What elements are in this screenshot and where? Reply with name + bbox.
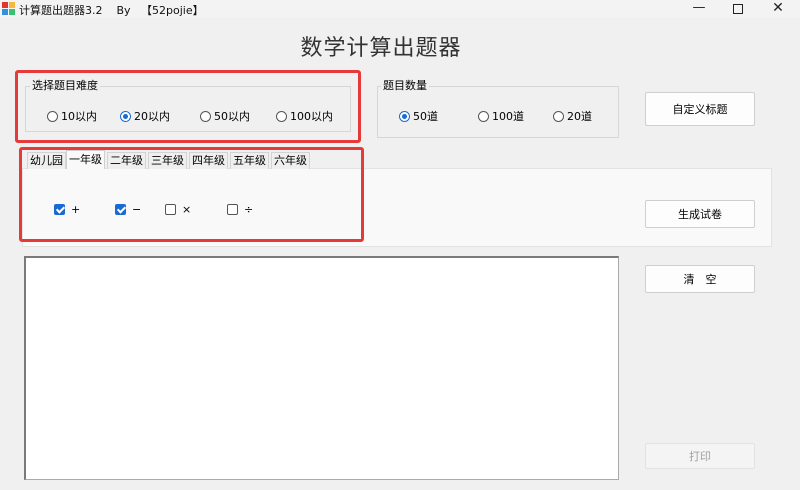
custom-title-button[interactable]: 自定义标题 bbox=[645, 92, 755, 126]
quantity-option-50[interactable]: 50道 bbox=[399, 108, 438, 124]
difficulty-option-label: 20以内 bbox=[134, 110, 170, 123]
minimize-button[interactable]: — bbox=[680, 0, 718, 18]
operation-label: ÷ bbox=[244, 203, 254, 216]
radio-button[interactable] bbox=[478, 110, 489, 122]
clear-button[interactable]: 清 空 bbox=[645, 265, 755, 293]
tab-grade-4[interactable]: 四年级 bbox=[189, 152, 228, 169]
operation-add[interactable]: + bbox=[54, 203, 80, 216]
radio-button-selected[interactable] bbox=[399, 110, 410, 122]
app-icon bbox=[2, 2, 15, 15]
checkbox[interactable] bbox=[227, 204, 238, 215]
tab-grade-1[interactable]: 一年级 bbox=[66, 150, 105, 169]
quantity-label: 题目数量 bbox=[381, 77, 429, 93]
radio-button[interactable] bbox=[553, 110, 564, 122]
generate-button[interactable]: 生成试卷 bbox=[645, 200, 755, 228]
checkbox-checked[interactable] bbox=[54, 204, 65, 215]
operation-divide[interactable]: ÷ bbox=[227, 203, 253, 216]
page-title: 数学计算出题器 bbox=[300, 36, 462, 61]
difficulty-option-label: 10以内 bbox=[61, 110, 97, 123]
tab-kindergarten[interactable]: 幼儿园 bbox=[27, 152, 66, 169]
quantity-option-label: 20道 bbox=[567, 110, 592, 123]
radio-button[interactable] bbox=[276, 110, 287, 122]
tab-grade-3[interactable]: 三年级 bbox=[148, 152, 187, 169]
tab-grade-5[interactable]: 五年级 bbox=[230, 152, 269, 169]
title-bar: 计算题出题器3.2 By 【52pojie】 — ✕ bbox=[0, 0, 800, 18]
window-title: 计算题出题器3.2 By 【52pojie】 bbox=[19, 4, 204, 17]
quantity-option-20[interactable]: 20道 bbox=[553, 108, 592, 124]
operation-subtract[interactable]: − bbox=[115, 203, 141, 216]
maximize-icon bbox=[733, 4, 743, 14]
output-textarea[interactable] bbox=[24, 256, 619, 480]
operation-label: + bbox=[71, 203, 81, 216]
operation-label: − bbox=[132, 203, 142, 216]
checkbox[interactable] bbox=[165, 204, 176, 215]
difficulty-option-label: 100以内 bbox=[290, 110, 333, 123]
tab-grade-2[interactable]: 二年级 bbox=[107, 152, 146, 169]
radio-button-selected[interactable] bbox=[120, 110, 131, 122]
difficulty-option-50[interactable]: 50以内 bbox=[200, 108, 250, 124]
difficulty-option-label: 50以内 bbox=[214, 110, 250, 123]
radio-button[interactable] bbox=[200, 110, 211, 122]
maximize-button[interactable] bbox=[719, 0, 757, 18]
quantity-option-label: 50道 bbox=[413, 110, 438, 123]
tab-grade-6[interactable]: 六年级 bbox=[271, 152, 310, 169]
difficulty-option-100[interactable]: 100以内 bbox=[276, 108, 333, 124]
difficulty-option-10[interactable]: 10以内 bbox=[47, 108, 97, 124]
quantity-option-100[interactable]: 100道 bbox=[478, 108, 524, 124]
radio-button[interactable] bbox=[47, 110, 58, 122]
difficulty-option-20[interactable]: 20以内 bbox=[120, 108, 170, 124]
quantity-option-label: 100道 bbox=[492, 110, 524, 123]
checkbox-checked[interactable] bbox=[115, 204, 126, 215]
close-button[interactable]: ✕ bbox=[759, 0, 797, 18]
operation-multiply[interactable]: × bbox=[165, 203, 191, 216]
operation-label: × bbox=[182, 203, 192, 216]
difficulty-label: 选择题目难度 bbox=[30, 77, 100, 93]
print-button[interactable]: 打印 bbox=[645, 443, 755, 469]
